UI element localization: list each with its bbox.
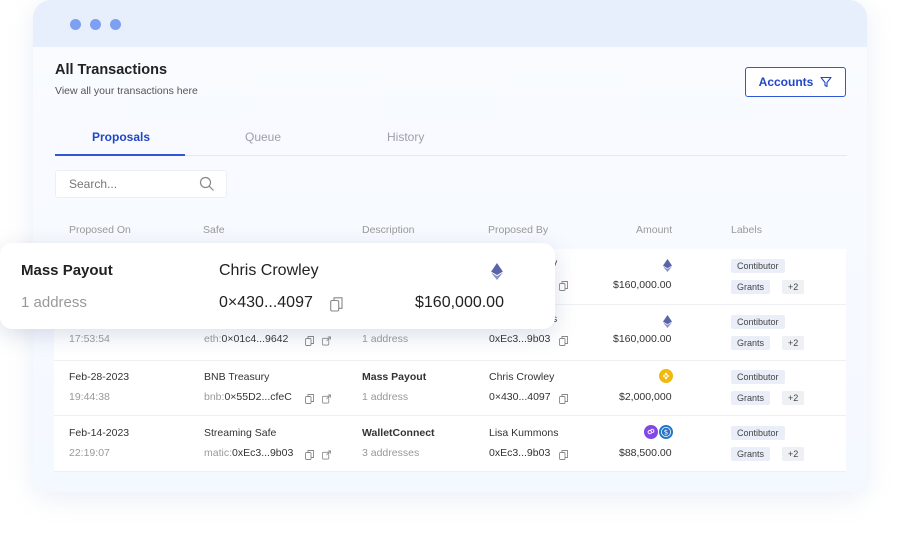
table-row[interactable]: Feb-14-2023 22:19:07 Streaming Safe mati… [54, 416, 846, 472]
search-box [55, 170, 227, 198]
safe-chain-prefix: bnb: [204, 391, 225, 403]
label-chip[interactable]: Grants [731, 280, 771, 294]
tab-proposals[interactable]: Proposals [92, 130, 150, 144]
proposed-time: 22:19:07 [69, 447, 110, 459]
amount-value: $160,000.00 [613, 333, 672, 345]
window-dot-icon[interactable] [90, 19, 101, 30]
label-chip[interactable]: Grants [731, 447, 771, 461]
amount-value: $2,000,000 [619, 391, 672, 403]
more-labels-chip[interactable]: +2 [782, 391, 805, 405]
column-header-proposed-by[interactable]: Proposed By [488, 224, 548, 236]
external-link-icon[interactable] [322, 394, 331, 404]
page-subtitle: View all your transactions here [55, 85, 198, 97]
copy-icon[interactable] [305, 336, 314, 346]
copy-icon[interactable] [559, 450, 568, 460]
page-title: All Transactions [55, 62, 168, 78]
tab-history[interactable]: History [387, 130, 424, 144]
column-header-labels[interactable]: Labels [731, 224, 762, 236]
label-chip[interactable]: Contibutor [731, 370, 785, 384]
search-input[interactable] [56, 171, 191, 197]
safe-chain-prefix: eth: [204, 333, 222, 345]
active-tab-indicator [55, 154, 185, 156]
window-dot-icon[interactable] [110, 19, 121, 30]
proposer-address: 0xEc3...9b03 [489, 333, 551, 345]
window-titlebar [33, 0, 867, 47]
description-subtitle: 1 address [362, 333, 409, 345]
transaction-popup-card[interactable]: Mass Payout 1 address Chris Crowley 0×43… [0, 243, 555, 329]
safe-name: Streaming Safe [204, 427, 277, 439]
svg-text:$: $ [664, 429, 668, 437]
table-row[interactable]: Feb-28-2023 19:44:38 BNB Treasury bnb:0×… [54, 360, 846, 416]
popup-amount: $160,000.00 [415, 294, 504, 311]
column-header-amount[interactable]: Amount [636, 224, 672, 236]
proposed-date: Feb-14-2023 [69, 427, 130, 439]
proposed-time: 19:44:38 [69, 391, 110, 403]
popup-title: Mass Payout [21, 262, 113, 279]
external-link-icon[interactable] [322, 336, 331, 346]
safe-address-value: 0xEc3...9b03 [232, 447, 294, 459]
more-labels-chip[interactable]: +2 [782, 280, 805, 294]
safe-chain-prefix: matic: [204, 447, 233, 459]
more-labels-chip[interactable]: +2 [782, 447, 805, 461]
matic-icon [644, 425, 658, 439]
safe-name: BNB Treasury [204, 371, 270, 383]
label-chip[interactable]: Grants [731, 336, 771, 350]
description-title: Mass Payout [362, 371, 427, 383]
safe-address-value: 0×55D2...cfeC [224, 391, 292, 403]
search-icon[interactable] [199, 176, 215, 192]
filter-icon [820, 76, 832, 88]
proposer-name: Lisa Kummons [489, 427, 559, 439]
accounts-filter-button[interactable]: Accounts [745, 67, 846, 97]
external-link-icon[interactable] [322, 450, 331, 460]
copy-icon[interactable] [305, 394, 314, 404]
tab-queue[interactable]: Queue [245, 130, 281, 144]
proposer-address: 0xEc3...9b03 [489, 447, 551, 459]
proposer-name: Chris Crowley [489, 371, 555, 383]
description-title: WalletConnect [362, 427, 435, 439]
safe-address: matic:0xEc3...9b03 [204, 447, 293, 459]
copy-icon[interactable] [330, 297, 343, 312]
copy-icon[interactable] [559, 394, 568, 404]
label-chip[interactable]: Contibutor [731, 315, 785, 329]
window-dot-icon[interactable] [70, 19, 81, 30]
proposed-time: 17:53:54 [69, 333, 110, 345]
popup-proposer-name: Chris Crowley [219, 262, 319, 279]
accounts-button-label: Accounts [758, 75, 814, 89]
bnb-icon [659, 369, 673, 383]
copy-icon[interactable] [305, 450, 314, 460]
proposed-date: Feb-28-2023 [69, 371, 130, 383]
eth-icon [663, 259, 672, 272]
description-subtitle: 1 address [362, 391, 409, 403]
description-subtitle: 3 addresses [362, 447, 420, 459]
safe-address-value: 0×01c4...9642 [221, 333, 289, 345]
more-labels-chip[interactable]: +2 [782, 336, 805, 350]
amount-value: $160,000.00 [613, 279, 672, 291]
label-chip[interactable]: Contibutor [731, 259, 785, 273]
tab-bar: Proposals Queue History [55, 123, 847, 156]
column-header-description[interactable]: Description [362, 224, 415, 236]
popup-proposer-address: 0×430...4097 [219, 294, 313, 311]
column-header-proposed-on[interactable]: Proposed On [69, 224, 131, 236]
copy-icon[interactable] [559, 281, 568, 291]
column-header-safe[interactable]: Safe [203, 224, 225, 236]
usdc-icon: $ [659, 425, 673, 439]
copy-icon[interactable] [559, 336, 568, 346]
label-chip[interactable]: Grants [731, 391, 771, 405]
amount-value: $88,500.00 [619, 447, 672, 459]
proposer-address: 0×430...4097 [489, 391, 551, 403]
label-chip[interactable]: Contibutor [731, 426, 785, 440]
safe-address: bnb:0×55D2...cfeC [204, 391, 292, 403]
safe-address: eth:0×01c4...9642 [204, 333, 288, 345]
eth-icon [491, 263, 503, 280]
popup-subtitle: 1 address [21, 294, 87, 311]
eth-icon [663, 315, 672, 328]
